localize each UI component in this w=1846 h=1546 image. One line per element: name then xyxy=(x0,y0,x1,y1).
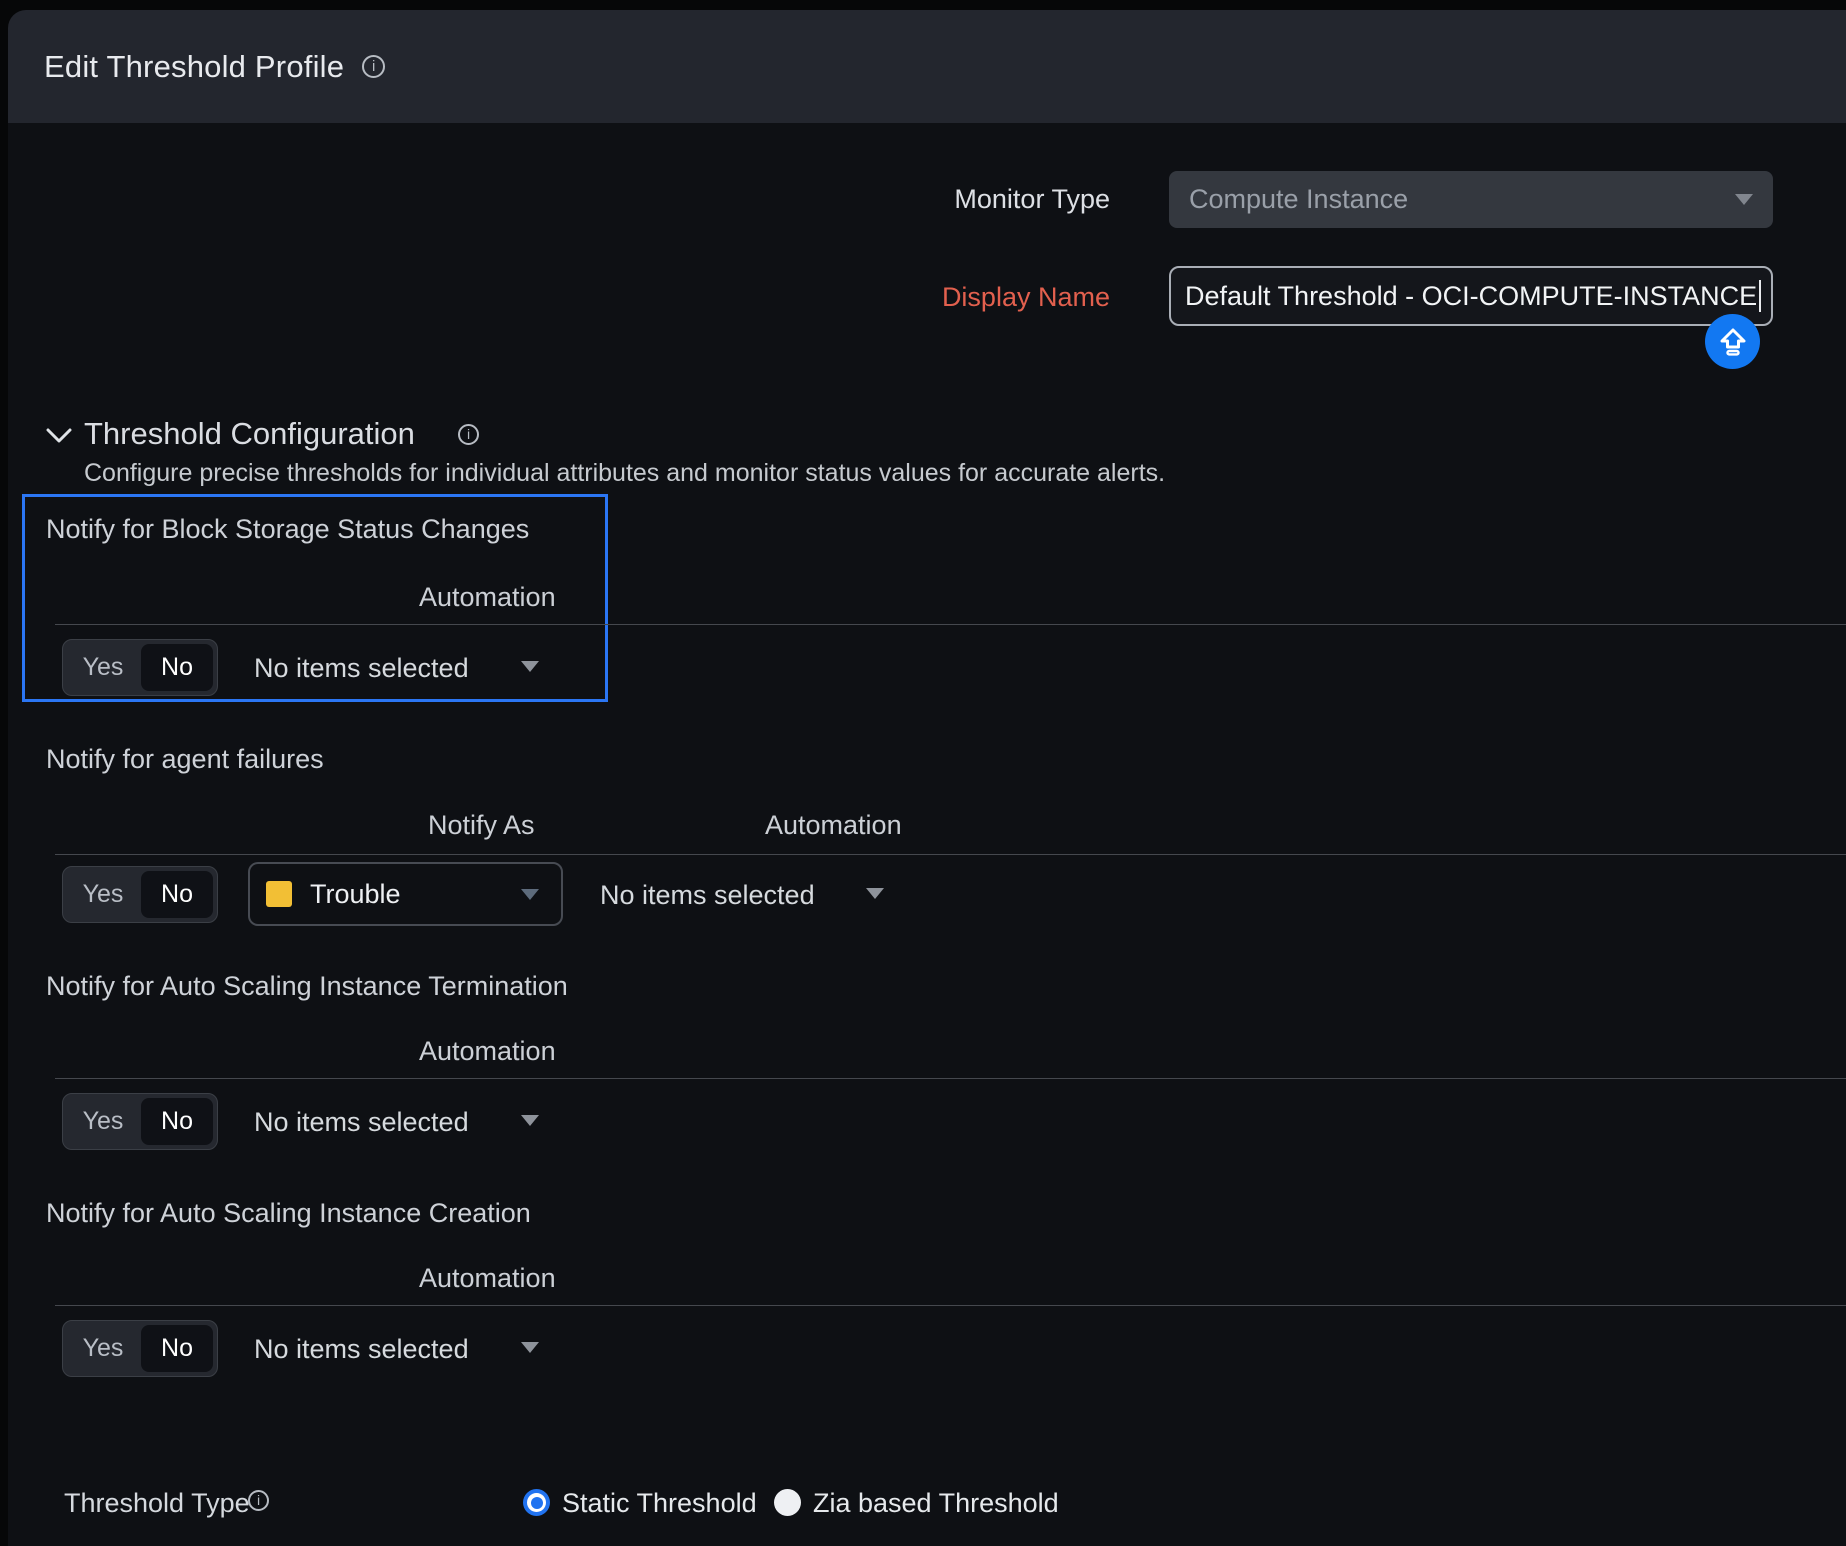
divider xyxy=(55,1305,1846,1306)
section-label: Notify for Auto Scaling Instance Creatio… xyxy=(46,1198,531,1229)
automation-dropdown[interactable]: No items selected xyxy=(254,1107,469,1138)
radio-selected-ring xyxy=(527,1493,546,1512)
divider xyxy=(55,624,1846,625)
automation-dropdown[interactable]: No items selected xyxy=(600,880,815,911)
notify-as-value: Trouble xyxy=(310,879,401,910)
radio-zia-based-threshold[interactable] xyxy=(774,1489,801,1516)
toggle-no-option[interactable]: No xyxy=(141,871,213,918)
automation-column-header: Automation xyxy=(765,810,902,841)
toggle-yes-option[interactable]: Yes xyxy=(63,1094,143,1149)
page-title: Edit Threshold Profile xyxy=(44,49,344,85)
chevron-down-icon[interactable] xyxy=(521,1342,539,1353)
monitor-type-select[interactable]: Compute Instance xyxy=(1169,171,1773,228)
notify-toggle[interactable]: Yes No xyxy=(62,1320,218,1377)
radio-static-threshold[interactable] xyxy=(523,1489,550,1516)
toggle-yes-option[interactable]: Yes xyxy=(63,1321,143,1376)
section-label: Notify for Block Storage Status Changes xyxy=(46,514,529,545)
toggle-yes-option[interactable]: Yes xyxy=(63,867,143,922)
divider xyxy=(55,1078,1846,1079)
section-label: Notify for Auto Scaling Instance Termina… xyxy=(46,971,568,1002)
section-label: Notify for agent failures xyxy=(46,744,324,775)
automation-dropdown[interactable]: No items selected xyxy=(254,653,469,684)
notify-as-dropdown[interactable]: Trouble xyxy=(248,862,563,926)
text-cursor xyxy=(1759,280,1761,312)
notify-toggle[interactable]: Yes No xyxy=(62,1093,218,1150)
chevron-down-icon xyxy=(1735,194,1753,205)
threshold-config-description: Configure precise thresholds for individ… xyxy=(84,459,1165,488)
divider xyxy=(55,854,1846,855)
info-icon[interactable]: i xyxy=(248,1490,269,1511)
zia-based-threshold-label[interactable]: Zia based Threshold xyxy=(813,1488,1059,1519)
toggle-no-option[interactable]: No xyxy=(141,1098,213,1145)
automation-column-header: Automation xyxy=(419,1036,556,1067)
static-threshold-label[interactable]: Static Threshold xyxy=(562,1488,757,1519)
monitor-type-value: Compute Instance xyxy=(1189,184,1408,215)
threshold-type-label: Threshold Type xyxy=(64,1488,250,1519)
automation-column-header: Automation xyxy=(419,582,556,613)
automation-dropdown[interactable]: No items selected xyxy=(254,1334,469,1365)
radio-selected-dot xyxy=(531,1497,543,1509)
chevron-down-icon[interactable] xyxy=(866,888,884,899)
display-name-value: Default Threshold - OCI-COMPUTE-INSTANCE xyxy=(1185,281,1757,312)
dialog-header: Edit Threshold Profile i xyxy=(8,10,1846,123)
upload-button[interactable] xyxy=(1705,314,1760,369)
collapse-chevron-icon[interactable] xyxy=(46,428,72,449)
info-icon[interactable]: i xyxy=(362,55,385,78)
display-name-label: Display Name xyxy=(700,282,1110,313)
display-name-input[interactable]: Default Threshold - OCI-COMPUTE-INSTANCE xyxy=(1169,266,1773,326)
chevron-down-icon xyxy=(521,889,539,900)
info-icon[interactable]: i xyxy=(458,424,479,445)
notify-as-column-header: Notify As xyxy=(428,810,535,841)
toggle-yes-option[interactable]: Yes xyxy=(63,640,143,695)
toggle-no-option[interactable]: No xyxy=(141,644,213,691)
chevron-down-icon[interactable] xyxy=(521,661,539,672)
edit-threshold-profile-dialog: Edit Threshold Profile i Monitor Type Co… xyxy=(0,0,1846,1546)
notify-toggle[interactable]: Yes No xyxy=(62,866,218,923)
monitor-type-label: Monitor Type xyxy=(700,184,1110,215)
trouble-color-swatch xyxy=(266,881,292,907)
dialog-body xyxy=(8,123,1846,1546)
notify-toggle[interactable]: Yes No xyxy=(62,639,218,696)
threshold-config-title: Threshold Configuration xyxy=(84,416,415,452)
upload-arrow-icon xyxy=(1717,326,1749,358)
automation-column-header: Automation xyxy=(419,1263,556,1294)
toggle-no-option[interactable]: No xyxy=(141,1325,213,1372)
chevron-down-icon[interactable] xyxy=(521,1115,539,1126)
